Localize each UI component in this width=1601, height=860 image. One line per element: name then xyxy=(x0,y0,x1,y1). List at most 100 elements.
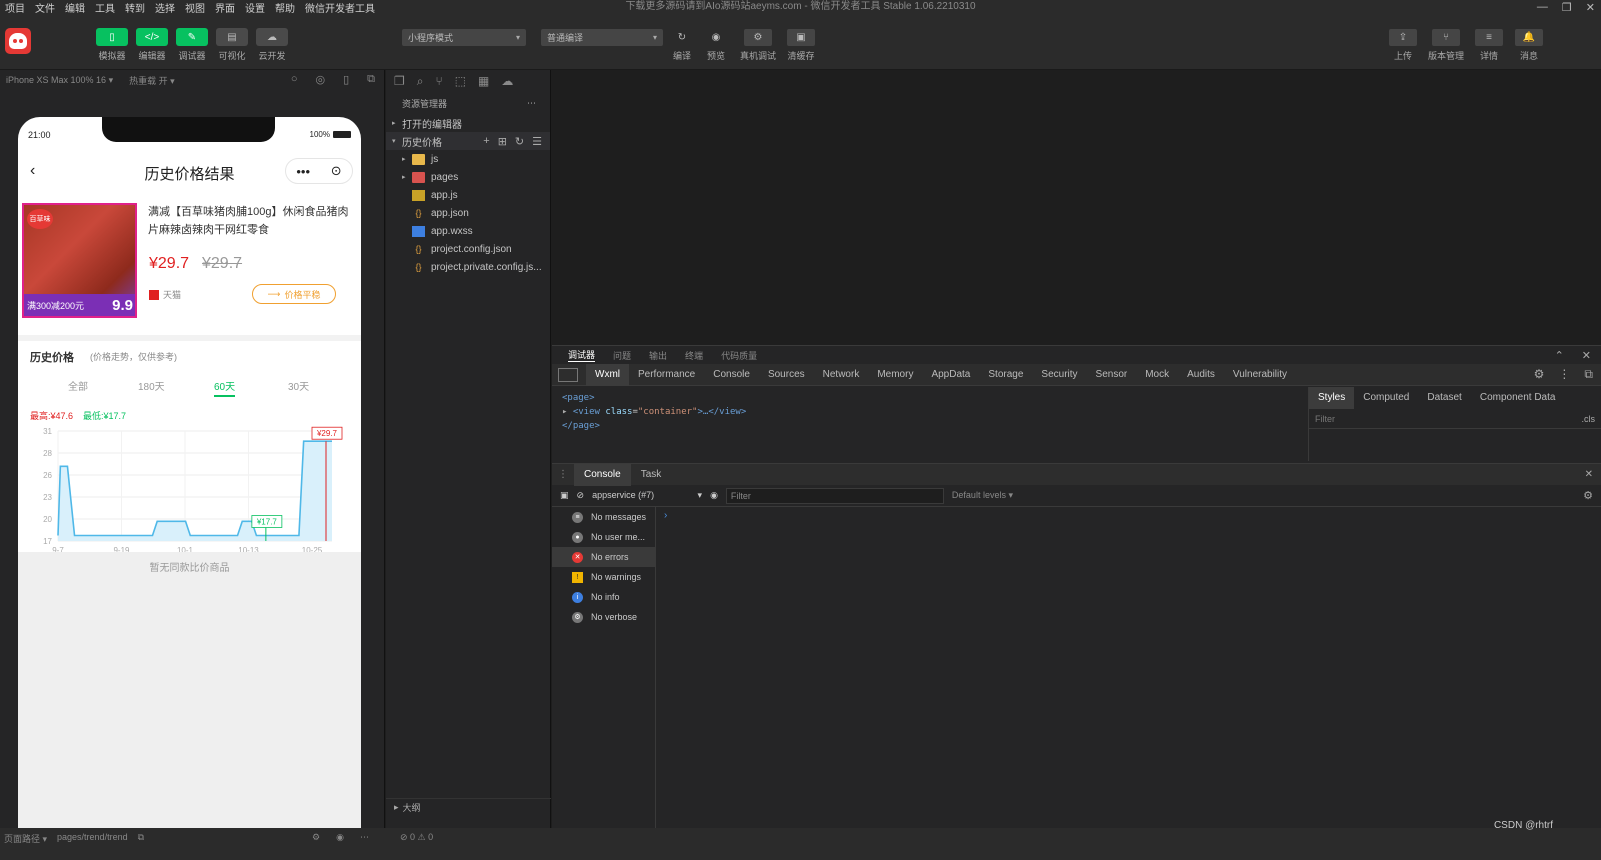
refresh-icon[interactable]: ↻ xyxy=(515,135,524,148)
toolbar-button-refresh[interactable]: ↻ 编译 xyxy=(664,29,700,62)
maximize-panel-icon[interactable]: ⌃ xyxy=(1555,349,1564,362)
debug-icon[interactable]: ⬚ xyxy=(455,74,466,88)
file-tree-item[interactable]: {} project.config.json xyxy=(386,240,550,258)
app-logo-icon[interactable] xyxy=(5,28,31,54)
extensions-icon[interactable]: ▦ xyxy=(478,74,489,88)
panel-tab-0[interactable]: 调试器 xyxy=(568,348,596,362)
hotreload-select[interactable]: 热重载 开 ▾ xyxy=(129,74,175,87)
console-filter-item[interactable]: ● No user me... xyxy=(552,527,655,547)
kebab-icon[interactable]: ⋮ xyxy=(1558,367,1570,382)
files-icon[interactable]: ❐ xyxy=(394,74,405,88)
tab-period-1[interactable]: 180天 xyxy=(138,378,165,393)
gear-icon[interactable]: ⚙ xyxy=(1583,489,1601,502)
settings-icon[interactable]: ⚙ xyxy=(312,832,320,843)
console-filter-item[interactable]: i No info xyxy=(552,587,655,607)
mode-select[interactable]: 小程序模式 ▾ xyxy=(402,29,526,46)
console-filter-input[interactable]: Filter xyxy=(725,487,944,504)
drawer-menu-icon[interactable]: ⋮ xyxy=(552,469,574,480)
styles-tab-2[interactable]: Dataset xyxy=(1418,387,1470,409)
toolbar-button-details[interactable]: ≡ 详情 xyxy=(1469,29,1509,62)
menu-item-5[interactable]: 选择 xyxy=(150,0,180,15)
sidebar-toggle-icon[interactable]: ▣ xyxy=(560,490,569,501)
dock-icon[interactable]: ⧉ xyxy=(1584,367,1593,382)
cls-toggle[interactable]: .cls xyxy=(1582,414,1596,424)
inspect-element-icon[interactable] xyxy=(558,367,578,382)
menu-item-7[interactable]: 界面 xyxy=(210,0,240,15)
new-folder-icon[interactable]: ⊞ xyxy=(498,135,507,148)
outline-section[interactable]: ▸ 大纲 xyxy=(386,798,551,816)
toolbar-button-phone[interactable]: ▯ 模拟器 xyxy=(92,28,132,62)
log-levels-select[interactable]: Default levels ▾ xyxy=(952,490,1013,501)
minimize-icon[interactable]: — xyxy=(1537,1,1548,13)
compile-select[interactable]: 普通编译 ▾ xyxy=(541,29,663,46)
clear-console-icon[interactable]: ⊘ xyxy=(577,490,585,501)
devtools-tab-performance[interactable]: Performance xyxy=(629,364,704,386)
wxml-tree[interactable]: <page> ▸ <view class="container">…</view… xyxy=(552,387,1307,461)
menu-item-6[interactable]: 视图 xyxy=(180,0,210,15)
editor-area[interactable] xyxy=(552,70,1601,345)
devtools-tab-wxml[interactable]: Wxml xyxy=(586,363,629,386)
eye-icon[interactable]: ◉ xyxy=(336,832,344,843)
close-capsule-icon[interactable]: ⊙ xyxy=(331,163,342,179)
live-expression-icon[interactable]: ◉ xyxy=(710,490,718,501)
toolbar-button-bell[interactable]: 🔔 消息 xyxy=(1509,29,1549,62)
file-tree-item[interactable]: app.wxss xyxy=(386,222,550,240)
close-icon[interactable]: ✕ xyxy=(1586,1,1595,14)
file-tree-item[interactable]: {} project.private.config.js... xyxy=(386,258,550,276)
devtools-tab-console[interactable]: Console xyxy=(704,364,759,386)
search-icon[interactable]: ⌕ xyxy=(417,74,424,89)
devtools-tab-audits[interactable]: Audits xyxy=(1178,364,1224,386)
panel-tab-3[interactable]: 终端 xyxy=(685,349,703,362)
menu-item-1[interactable]: 文件 xyxy=(30,0,60,15)
menu-item-9[interactable]: 帮助 xyxy=(270,0,300,15)
toolbar-button-bug[interactable]: ⚙ 真机调试 xyxy=(740,29,776,62)
wxml-line[interactable]: ▸ <view class="container">…</view> xyxy=(562,405,1297,419)
gear-icon[interactable]: ⚙ xyxy=(1534,367,1545,382)
console-tab-console[interactable]: Console xyxy=(574,463,631,486)
file-tree-item[interactable]: app.js xyxy=(386,186,550,204)
file-tree-item[interactable]: ▸ pages xyxy=(386,168,550,186)
console-filter-item[interactable]: ✕ No errors xyxy=(552,547,655,567)
styles-tab-1[interactable]: Computed xyxy=(1354,387,1418,409)
git-icon[interactable]: ⑂ xyxy=(436,74,443,88)
tab-period-0[interactable]: 全部 xyxy=(68,378,88,393)
toolbar-button-debug[interactable]: ✎ 调试器 xyxy=(172,28,212,62)
panel-tab-4[interactable]: 代码质量 xyxy=(721,349,757,362)
toolbar-button-clear-cache[interactable]: ▣ 清缓存 xyxy=(783,29,819,62)
devtools-tab-appdata[interactable]: AppData xyxy=(922,364,979,386)
devtools-tab-sensor[interactable]: Sensor xyxy=(1087,364,1137,386)
wxml-line[interactable]: <page> xyxy=(562,391,1297,405)
target-icon[interactable]: ◎ xyxy=(315,73,325,86)
console-filter-item[interactable]: ! No warnings xyxy=(552,567,655,587)
device-select[interactable]: iPhone XS Max 100% 16 ▾ xyxy=(6,75,113,86)
close-panel-icon[interactable]: ✕ xyxy=(1582,349,1591,362)
copy-icon[interactable]: ⧉ xyxy=(138,832,144,845)
menu-item-10[interactable]: 微信开发者工具 xyxy=(300,0,380,15)
product-image[interactable]: 百草味 满300减200元 9.9 xyxy=(22,203,137,318)
file-tree-item[interactable]: {} app.json xyxy=(386,204,550,222)
devtools-tab-vulnerability[interactable]: Vulnerability xyxy=(1224,364,1296,386)
record-icon[interactable]: ○ xyxy=(291,73,298,86)
project-row[interactable]: ▾ 历史价格 + ⊞ ↻ ☰ xyxy=(386,132,550,150)
more-icon[interactable]: ⋯ xyxy=(360,832,369,843)
toolbar-button-visual[interactable]: ▤ 可视化 xyxy=(212,28,252,62)
cloud-icon[interactable]: ☁ xyxy=(501,74,513,88)
console-tab-task[interactable]: Task xyxy=(631,464,672,486)
file-tree-item[interactable]: ▸ js xyxy=(386,150,550,168)
console-filter-item[interactable]: ≡ No messages xyxy=(552,507,655,527)
toolbar-button-eye[interactable]: ◉ 预览 xyxy=(698,29,734,62)
styles-tab-0[interactable]: Styles xyxy=(1309,387,1355,409)
more-options-icon[interactable]: ⋯ xyxy=(527,98,536,109)
page-path-label[interactable]: 页面路径 ▾ xyxy=(4,832,47,845)
devtools-tab-storage[interactable]: Storage xyxy=(979,364,1032,386)
menu-item-8[interactable]: 设置 xyxy=(240,0,270,15)
wxml-line[interactable]: </page> xyxy=(562,419,1297,433)
devtools-tab-memory[interactable]: Memory xyxy=(868,364,922,386)
menu-item-0[interactable]: 项目 xyxy=(0,0,30,15)
devtools-tab-security[interactable]: Security xyxy=(1032,364,1086,386)
styles-filter[interactable]: Filter .cls xyxy=(1309,409,1601,429)
popout-icon[interactable]: ⧉ xyxy=(367,73,375,86)
toolbar-button-code[interactable]: </> 编辑器 xyxy=(132,28,172,62)
console-prompt[interactable]: › xyxy=(664,510,667,521)
menu-item-4[interactable]: 转到 xyxy=(120,0,150,15)
